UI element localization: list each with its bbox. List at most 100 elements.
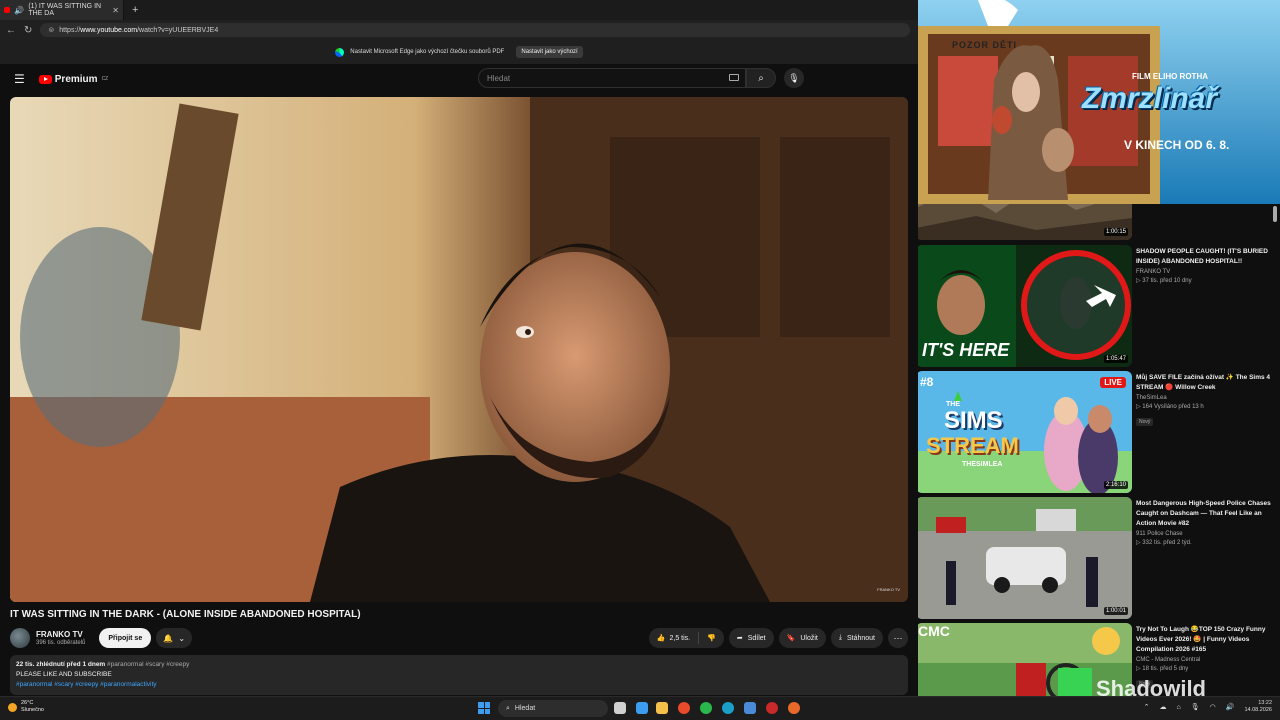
more-actions-button[interactable]: ⋯ — [888, 628, 908, 648]
back-arrow-icon[interactable]: ← — [6, 25, 16, 36]
opera-icon[interactable] — [766, 702, 778, 714]
thumbnail-channel: THESIMLEA — [962, 461, 1003, 468]
join-button[interactable]: Připojit se — [99, 628, 152, 648]
description-line: PLEASE LIKE AND SUBSCRIBE — [16, 671, 112, 678]
related-video-card[interactable]: 1:00:01 Most Dangerous High-Speed Police… — [918, 497, 1273, 619]
temperature: 26°C — [21, 700, 34, 706]
url-field[interactable]: ⊜ https://www.youtube.com/watch?v=yUUEER… — [40, 23, 911, 37]
clock-time: 13:22 — [1258, 700, 1272, 706]
video-title[interactable]: Můj SAVE FILE začíná ožívat ✨ The Sims 4… — [1136, 373, 1272, 393]
new-badge: Nový — [1136, 418, 1154, 426]
channel-name[interactable]: TheSimLea — [1136, 395, 1272, 401]
microphone-icon[interactable]: 🎙 — [1191, 703, 1200, 711]
url-path: /watch?v=yUUEERBVJE4 — [137, 26, 219, 34]
store-icon[interactable] — [744, 702, 756, 714]
network-icon[interactable]: ⌂ — [1177, 704, 1181, 711]
movie-ad-banner[interactable]: POZOR DĚTI FILM ELIHO ROTHA Zmrzlinář V … — [918, 0, 1280, 204]
taskbar-search[interactable]: ⌕ Hledat — [498, 700, 608, 717]
ad-release-date: V KINECH OD 6. 8. — [1124, 138, 1230, 152]
youtube-premium-logo[interactable]: Premium CZ — [38, 73, 109, 85]
start-button[interactable] — [478, 702, 490, 714]
live-badge: LIVE — [1100, 377, 1126, 388]
dislike-button[interactable]: 👎 — [699, 628, 724, 648]
logo-country: CZ — [101, 76, 109, 82]
volume-icon[interactable]: 🔊 — [1226, 703, 1235, 711]
share-arrow-icon: ➦ — [736, 635, 743, 642]
site-info-icon[interactable]: ⊜ — [48, 26, 54, 34]
cloud-icon[interactable]: ☁ — [1160, 703, 1167, 711]
edge-logo-icon — [335, 47, 345, 57]
weather-widget[interactable]: 26°C Slunečno — [8, 700, 44, 714]
windows-taskbar: 26°C Slunečno ⌕ Hledat ⌃ ☁ ⌂ 🎙 ◠ 🔊 13:22… — [0, 696, 1280, 720]
widgets-icon[interactable] — [636, 702, 648, 714]
like-button[interactable]: 👍 2,5 tis. — [649, 628, 698, 648]
voice-search-button[interactable]: 🎙 — [784, 68, 804, 88]
menu-hamburger-icon[interactable]: ☰ — [14, 72, 25, 86]
speaker-icon[interactable]: 🔊 — [14, 6, 24, 15]
video-thumbnail[interactable]: 1:00:01 — [918, 497, 1132, 619]
keyboard-icon[interactable] — [729, 74, 739, 81]
video-title: IT WAS SITTING IN THE DARK - (ALONE INSI… — [10, 609, 361, 620]
video-thumbnail[interactable]: 1:00:15 — [918, 204, 1132, 240]
default-pdf-infobar: Nastavit Microsoft Edge jako výchozí čte… — [0, 40, 918, 64]
weather-condition: Slunečno — [21, 707, 44, 713]
logo-text: Premium — [54, 73, 98, 85]
browser-tab-active[interactable]: 🔊 (1) IT WAS SITTING IN THE DA ✕ — [0, 0, 124, 20]
download-button[interactable]: ⤓ Stáhnout — [830, 628, 883, 648]
video-duration: 2:16:10 — [1103, 481, 1128, 489]
file-explorer-icon[interactable] — [656, 702, 668, 714]
search-input[interactable]: Hledat — [478, 68, 746, 88]
address-bar-row: ← ↻ ⊜ https://www.youtube.com/watch?v=yU… — [0, 20, 918, 40]
firefox-icon[interactable] — [678, 702, 690, 714]
new-tab-button[interactable]: + — [132, 4, 138, 16]
task-view-icon[interactable] — [614, 702, 626, 714]
tray-chevron-icon[interactable]: ⌃ — [1144, 703, 1150, 711]
search-icon: ⌕ — [506, 704, 510, 712]
clock[interactable]: 13:22 14.08.2026 — [1244, 700, 1272, 714]
weather-text: 26°C Slunečno — [21, 700, 44, 714]
wifi-icon[interactable]: ◠ — [1210, 703, 1216, 711]
close-tab-icon[interactable]: ✕ — [112, 6, 119, 15]
channel-name[interactable]: FRANKO TV — [36, 630, 85, 639]
channel-name[interactable]: CMC - Madness Central — [1136, 657, 1272, 663]
video-title[interactable]: Most Dangerous High-Speed Police Chases … — [1136, 499, 1272, 529]
channel-avatar[interactable] — [10, 628, 30, 648]
related-videos: 1:00:15 IT'S HERE 1:05:47 SHADOW PEOPLE … — [918, 204, 1280, 696]
subscriber-count: 396 tis. odběratelů — [36, 640, 86, 646]
bell-icon: 🔔 — [163, 633, 174, 643]
channel-name[interactable]: 911 Police Chase — [1136, 531, 1272, 537]
tab-strip: 🔊 (1) IT WAS SITTING IN THE DA ✕ + — [0, 0, 918, 20]
description-hashtags[interactable]: #paranormal #scary #creepy #paranormalac… — [16, 680, 902, 690]
related-video-card[interactable]: 1:00:15 — [918, 204, 1273, 240]
related-video-card[interactable]: #8 LIVE THE SIMS STREAM THESIMLEA 2:16:1… — [918, 371, 1273, 493]
thumbs-down-icon: 👎 — [707, 635, 716, 642]
firefox-dev-icon[interactable] — [788, 702, 800, 714]
search-button[interactable]: ⌕ — [746, 68, 776, 88]
thumbnail-channel-logo: CMC — [918, 623, 950, 639]
description-tags[interactable]: #paranormal #scary #creepy — [107, 661, 189, 668]
related-video-card[interactable]: IT'S HERE 1:05:47 SHADOW PEOPLE CAUGHT! … — [918, 245, 1273, 367]
save-button[interactable]: 🔖 Uložit — [778, 628, 826, 648]
reload-icon[interactable]: ↻ — [24, 25, 32, 36]
video-player[interactable]: FRANKO TV — [10, 97, 908, 602]
video-duration: 1:00:01 — [1103, 607, 1128, 615]
chevron-down-icon: ⌄ — [178, 633, 186, 643]
share-button[interactable]: ➦ Sdílet — [728, 628, 774, 648]
edge-icon[interactable] — [722, 702, 734, 714]
download-label: Stáhnout — [846, 634, 875, 642]
video-duration: 1:05:47 — [1103, 355, 1128, 363]
set-default-button[interactable]: Nastavit jako výchozí — [516, 46, 583, 58]
video-title[interactable]: Try Not To Laugh 😂TOP 150 Crazy Funny Vi… — [1136, 625, 1272, 655]
search-placeholder: Hledat — [487, 73, 511, 83]
ad-movie-title: Zmrzlinář — [1082, 82, 1218, 115]
video-meta: ▷ 37 tis. před 10 dny — [1136, 278, 1192, 284]
video-description[interactable]: 22 tis. zhlédnutí před 1 dnem #paranorma… — [10, 655, 908, 695]
video-title[interactable]: SHADOW PEOPLE CAUGHT! (IT'S BURIED INSID… — [1136, 247, 1272, 267]
microphone-icon: 🎙 — [788, 72, 800, 83]
channel-name[interactable]: FRANKO TV — [1136, 269, 1272, 275]
video-thumbnail[interactable]: #8 LIVE THE SIMS STREAM THESIMLEA 2:16:1… — [918, 371, 1132, 493]
notifications-button[interactable]: 🔔 ⌄ — [156, 628, 193, 648]
sidebar-scrollbar[interactable] — [1273, 206, 1277, 222]
video-thumbnail[interactable]: IT'S HERE 1:05:47 — [918, 245, 1132, 367]
chrome-icon[interactable] — [700, 702, 712, 714]
